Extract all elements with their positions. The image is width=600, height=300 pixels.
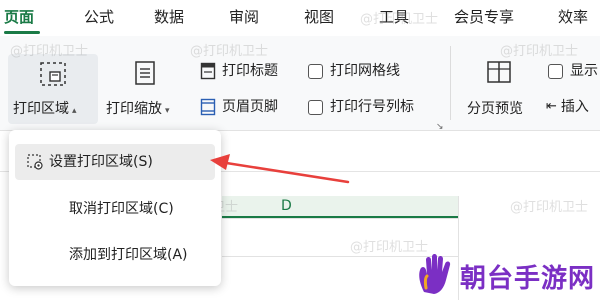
chevron-down-icon: ▾ <box>165 106 170 116</box>
print-gridlines-checkbox[interactable] <box>308 63 323 79</box>
menu-tab-efficiency[interactable]: 效率 <box>558 0 588 35</box>
print-titles-icon <box>200 62 216 80</box>
print-titles-button[interactable]: 打印标题 <box>200 60 278 82</box>
print-row-col-headers-checkbox[interactable] <box>308 99 323 115</box>
print-gridlines-toggle[interactable]: 打印网格线 <box>308 60 400 82</box>
print-area-dropdown: 设置打印区域(S) 取消打印区域(C) 添加到打印区域(A) <box>9 130 221 286</box>
menu-tab-view[interactable]: 视图 <box>304 0 334 35</box>
print-area-icon <box>40 62 66 86</box>
print-scale-button[interactable]: 打印缩放 ▾ <box>102 54 188 124</box>
menu-tab-review[interactable]: 审阅 <box>229 0 259 35</box>
print-scale-icon <box>135 61 155 85</box>
header-footer-label: 页眉页脚 <box>222 99 278 115</box>
show-label: 显示 <box>570 63 598 79</box>
grid-line <box>458 196 459 300</box>
menu-item-add-to-print-area[interactable]: 添加到打印区域(A) <box>15 237 215 273</box>
set-print-area-label: 设置打印区域(S) <box>49 154 153 170</box>
menu-tab-tools[interactable]: 工具 <box>379 0 409 35</box>
add-to-print-area-label: 添加到打印区域(A) <box>69 247 188 263</box>
print-row-col-headers-label: 打印行号列标 <box>330 99 414 115</box>
page-break-preview-button[interactable]: 分页预览 <box>460 54 538 124</box>
print-titles-label: 打印标题 <box>222 63 278 79</box>
menu-tab-data[interactable]: 数据 <box>154 0 184 35</box>
ribbon: 打印区域 ▴ 打印缩放 ▾ 打印标题 页眉页脚 打印网格线 打印行号列标 ↘ 分… <box>0 36 600 132</box>
insert-icon: ⇤ <box>546 99 557 114</box>
insert-button[interactable]: ⇤ 插入 <box>546 96 589 118</box>
menu-tab-formula[interactable]: 公式 <box>84 0 114 35</box>
page-break-preview-label: 分页预览 <box>467 101 523 117</box>
column-letter-d: D <box>281 198 292 214</box>
insert-label: 插入 <box>560 99 589 115</box>
menu-item-set-print-area[interactable]: 设置打印区域(S) <box>15 144 215 180</box>
clear-print-area-label: 取消打印区域(C) <box>69 201 174 217</box>
menu-bar: 页面 公式 数据 审阅 视图 工具 会员专享 效率 <box>0 0 600 37</box>
menu-tab-member[interactable]: 会员专享 <box>454 0 514 35</box>
show-toggle[interactable]: 显示 <box>548 60 598 82</box>
print-scale-label: 打印缩放 <box>106 101 162 117</box>
hand-logo-icon <box>419 254 451 294</box>
print-gridlines-label: 打印网格线 <box>330 63 400 79</box>
print-row-col-headers-toggle[interactable]: 打印行号列标 <box>308 96 414 118</box>
show-checkbox[interactable] <box>548 63 563 79</box>
brand-text: 朝台手游网 <box>460 264 596 294</box>
menu-item-clear-print-area[interactable]: 取消打印区域(C) <box>15 191 215 227</box>
grid-line <box>222 218 458 219</box>
print-area-label: 打印区域 <box>13 101 69 117</box>
annotation-arrow-icon <box>210 154 350 184</box>
active-tab-indicator <box>4 31 40 34</box>
header-footer-button[interactable]: 页眉页脚 <box>200 96 278 118</box>
ribbon-separator <box>450 46 451 120</box>
header-footer-icon <box>200 98 216 116</box>
print-area-button[interactable]: 打印区域 ▴ <box>8 54 98 124</box>
set-print-area-icon <box>27 154 43 170</box>
caret-up-icon: ▴ <box>72 106 77 116</box>
menu-tab-page[interactable]: 页面 <box>4 0 34 35</box>
column-header-d[interactable] <box>222 196 458 218</box>
page-break-preview-icon <box>487 61 511 83</box>
